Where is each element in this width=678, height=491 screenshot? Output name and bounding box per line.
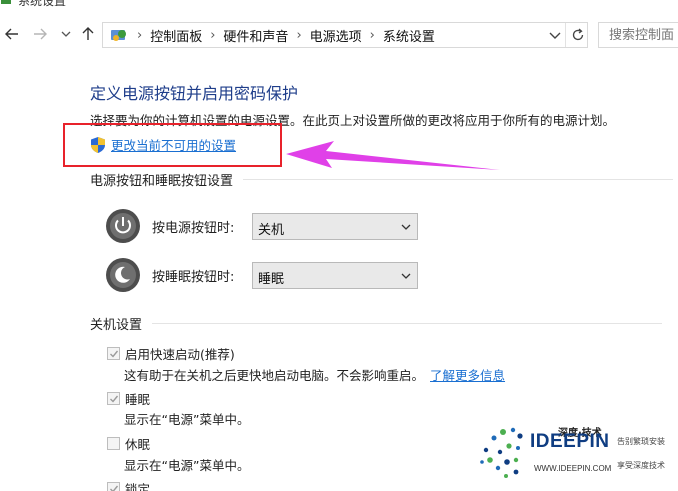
address-bar[interactable]: › 控制面板 › 硬件和声音 › 电源选项 › 系统设置	[102, 22, 588, 48]
up-arrow-icon	[82, 27, 94, 40]
sleep-row[interactable]: 睡眠	[107, 389, 150, 408]
power-button-label: 按电源按钮时:	[152, 220, 235, 236]
breadcrumb-separator: ›	[369, 27, 375, 43]
window-title: 系统设置	[18, 0, 67, 8]
breadcrumb-control-panel[interactable]: 控制面板	[150, 26, 202, 45]
sleep-button-icon	[106, 258, 140, 292]
chevron-down-icon	[401, 224, 411, 230]
fast-startup-description: 这有助于在关机之后更快地启动电脑。不会影响重启。 了解更多信息	[124, 365, 505, 384]
watermark-tagline-2: 享受深度技术	[617, 461, 665, 470]
hibernate-label: 休眠	[125, 437, 151, 452]
fast-startup-desc-text: 这有助于在关机之后更快地启动电脑。不会影响重启。	[124, 368, 425, 383]
checkmark-icon	[109, 350, 118, 358]
back-arrow-icon	[5, 28, 18, 40]
forward-arrow-icon	[34, 28, 47, 40]
divider	[152, 323, 663, 324]
breadcrumb-separator: ›	[137, 27, 143, 43]
breadcrumb-system-settings[interactable]: 系统设置	[383, 26, 435, 45]
chevron-down-icon	[61, 31, 71, 37]
power-button-row: 按电源按钮时: 关机	[104, 207, 418, 245]
refresh-icon	[572, 28, 583, 41]
power-button-select[interactable]: 关机	[252, 212, 418, 240]
control-panel-icon	[111, 30, 126, 41]
search-box[interactable]	[598, 22, 678, 48]
power-button-icon	[106, 209, 140, 243]
chevron-down-icon	[401, 273, 411, 279]
power-button-value: 关机	[258, 222, 285, 238]
fast-startup-row[interactable]: 启用快速启动(推荐)	[107, 344, 235, 363]
sleep-button-row: 按睡眠按钮时: 睡眠	[104, 256, 418, 294]
recent-locations-button[interactable]	[56, 24, 76, 44]
breadcrumb-hardware-sound[interactable]: 硬件和声音	[223, 26, 288, 45]
search-input[interactable]	[599, 23, 678, 47]
learn-more-link[interactable]: 了解更多信息	[430, 368, 505, 383]
up-button[interactable]	[78, 24, 98, 44]
checkmark-icon	[109, 485, 118, 491]
divider	[243, 179, 674, 180]
hibernate-checkbox[interactable]	[107, 437, 120, 450]
lock-label: 锁定	[125, 482, 151, 491]
lock-checkbox[interactable]	[107, 482, 120, 491]
highlight-box	[63, 123, 282, 167]
fast-startup-checkbox[interactable]	[107, 347, 120, 360]
hibernate-row[interactable]: 休眠	[107, 434, 150, 453]
page-title: 定义电源按钮并启用密码保护	[90, 84, 299, 103]
section-title: 关机设置	[90, 318, 143, 333]
breadcrumb-separator: ›	[210, 27, 216, 43]
sleep-checkbox[interactable]	[107, 392, 120, 405]
lock-row[interactable]: 锁定	[107, 479, 150, 491]
section-power-buttons: 电源按钮和睡眠按钮设置	[90, 170, 674, 189]
address-dropdown-icon[interactable]	[547, 27, 563, 43]
fast-startup-label: 启用快速启动(推荐)	[125, 347, 235, 362]
section-shutdown: 关机设置	[90, 314, 663, 333]
watermark-url: WWW.IDEEPIN.COM	[534, 464, 612, 473]
sleep-label: 睡眠	[125, 392, 151, 407]
sleep-button-select[interactable]: 睡眠	[252, 261, 418, 289]
watermark-tagline-1: 告别繁琐安装	[617, 437, 665, 446]
dots-logo-icon	[480, 427, 523, 478]
title-bar: 系统设置	[0, 0, 678, 14]
sleep-description: 显示在“电源”菜单中。	[124, 412, 250, 427]
back-button[interactable]	[2, 24, 22, 44]
section-title: 电源按钮和睡眠按钮设置	[90, 174, 234, 189]
breadcrumb-power-options[interactable]: 电源选项	[310, 26, 362, 45]
breadcrumb: › 控制面板 › 硬件和声音 › 电源选项 › 系统设置	[103, 23, 435, 47]
sleep-button-label: 按睡眠按钮时:	[152, 269, 235, 285]
power-options-icon	[1, 0, 11, 4]
sleep-button-value: 睡眠	[258, 271, 285, 287]
forward-button[interactable]	[30, 24, 50, 44]
hibernate-description: 显示在“电源”菜单中。	[124, 458, 250, 473]
checkmark-icon	[109, 395, 118, 403]
watermark-brand: IDEEPIN	[530, 431, 610, 452]
watermark-logo: 深度·技术 IDEEPIN WWW.IDEEPIN.COM 告别繁琐安装 享受深…	[476, 420, 678, 486]
breadcrumb-separator: ›	[296, 27, 302, 43]
refresh-button[interactable]	[565, 23, 589, 47]
